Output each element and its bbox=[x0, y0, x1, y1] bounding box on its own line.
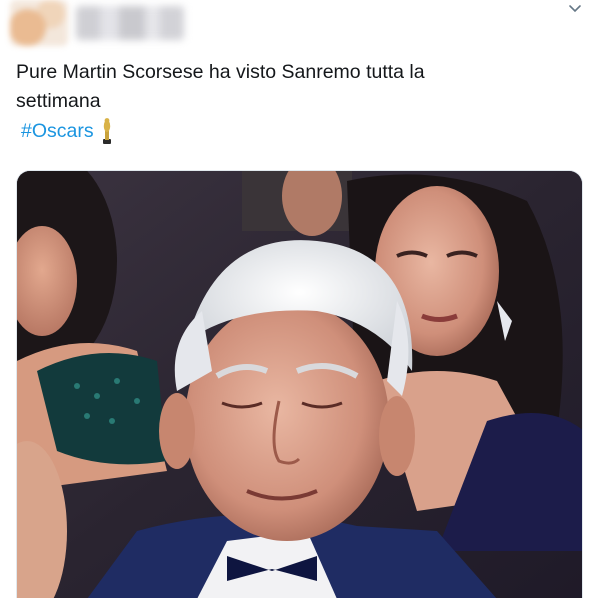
author-name-redacted[interactable] bbox=[76, 6, 184, 40]
tweet-photo[interactable] bbox=[16, 170, 583, 598]
trophy-icon bbox=[100, 117, 114, 145]
avatar[interactable] bbox=[10, 0, 68, 46]
photo-illustration bbox=[17, 171, 582, 598]
tweet-header bbox=[0, 0, 599, 52]
tweet-card: Pure Martin Scorsese ha visto Sanremo tu… bbox=[0, 0, 599, 598]
chevron-down-icon[interactable] bbox=[563, 0, 587, 18]
tweet-text-line-2: settimana bbox=[16, 90, 101, 112]
tweet-text-line-1: Pure Martin Scorsese ha visto Sanremo tu… bbox=[16, 61, 425, 83]
tweet-text: Pure Martin Scorsese ha visto Sanremo tu… bbox=[16, 58, 576, 116]
hashtag-line: #Oscars bbox=[21, 116, 114, 146]
hashtag-link[interactable]: #Oscars bbox=[21, 120, 94, 143]
